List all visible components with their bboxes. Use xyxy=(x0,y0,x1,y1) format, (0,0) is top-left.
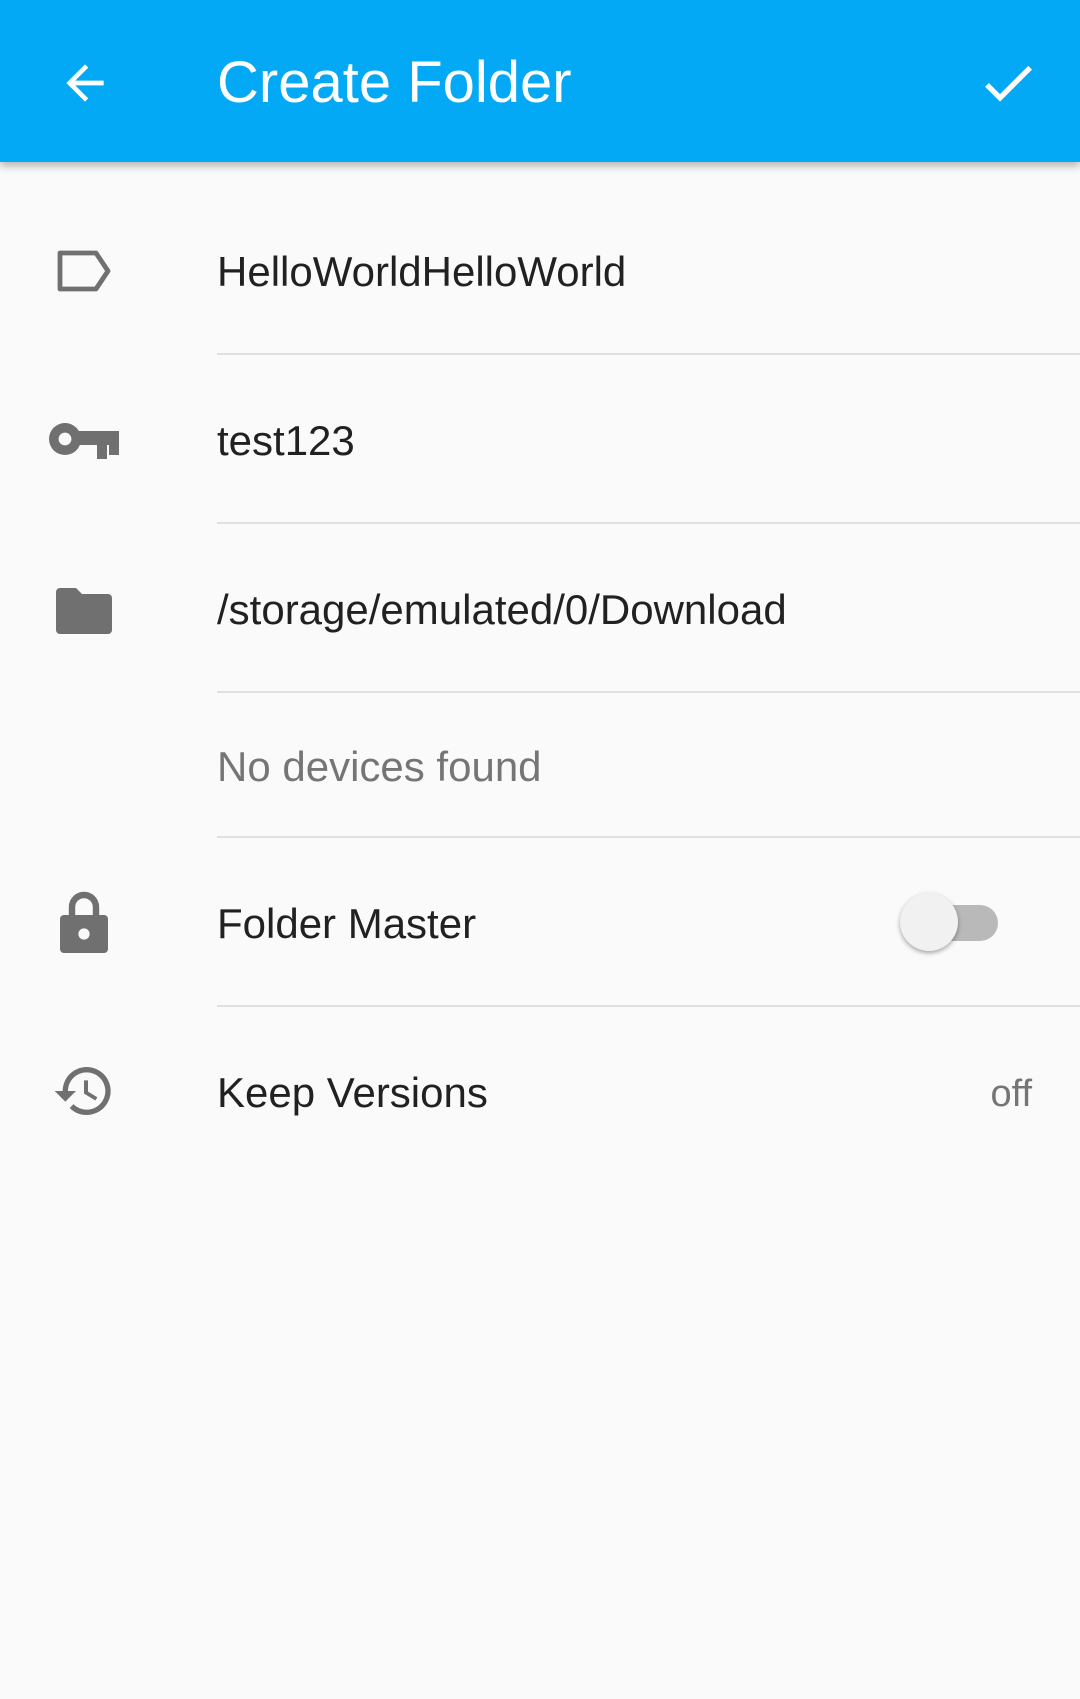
toggle-thumb xyxy=(900,893,958,951)
keep-versions-value: off xyxy=(990,1073,1032,1115)
folder-icon xyxy=(48,574,120,646)
lock-icon xyxy=(48,885,120,957)
directory-row[interactable]: /storage/emulated/0/Download xyxy=(0,524,1080,693)
folder-master-toggle[interactable] xyxy=(900,893,1000,951)
back-button[interactable] xyxy=(40,38,130,128)
history-icon xyxy=(48,1055,120,1127)
check-icon xyxy=(985,65,1032,102)
label-tag-icon xyxy=(48,235,120,307)
folder-master-row[interactable]: Folder Master xyxy=(0,838,1080,1007)
folder-master-label: Folder Master xyxy=(217,900,477,947)
keep-versions-row[interactable]: Keep Versions off xyxy=(0,1007,1080,1176)
folder-id-row[interactable]: test123 xyxy=(0,355,1080,524)
devices-row: No devices found xyxy=(0,693,1080,838)
arrow-left-icon xyxy=(66,64,104,102)
confirm-button[interactable] xyxy=(960,38,1056,128)
keep-versions-label: Keep Versions xyxy=(217,1069,488,1116)
folder-id-field[interactable]: test123 xyxy=(217,417,355,465)
page-title: Create Folder xyxy=(217,50,572,115)
folder-label-field[interactable]: HelloWorldHelloWorld xyxy=(217,248,626,296)
devices-empty-message: No devices found xyxy=(217,743,542,790)
directory-field[interactable]: /storage/emulated/0/Download xyxy=(217,586,787,634)
folder-form: HelloWorldHelloWorld test123 /storage/em… xyxy=(0,162,1080,1176)
folder-label-row[interactable]: HelloWorldHelloWorld xyxy=(0,162,1080,355)
app-bar: Create Folder xyxy=(0,0,1080,162)
key-icon xyxy=(48,403,120,475)
